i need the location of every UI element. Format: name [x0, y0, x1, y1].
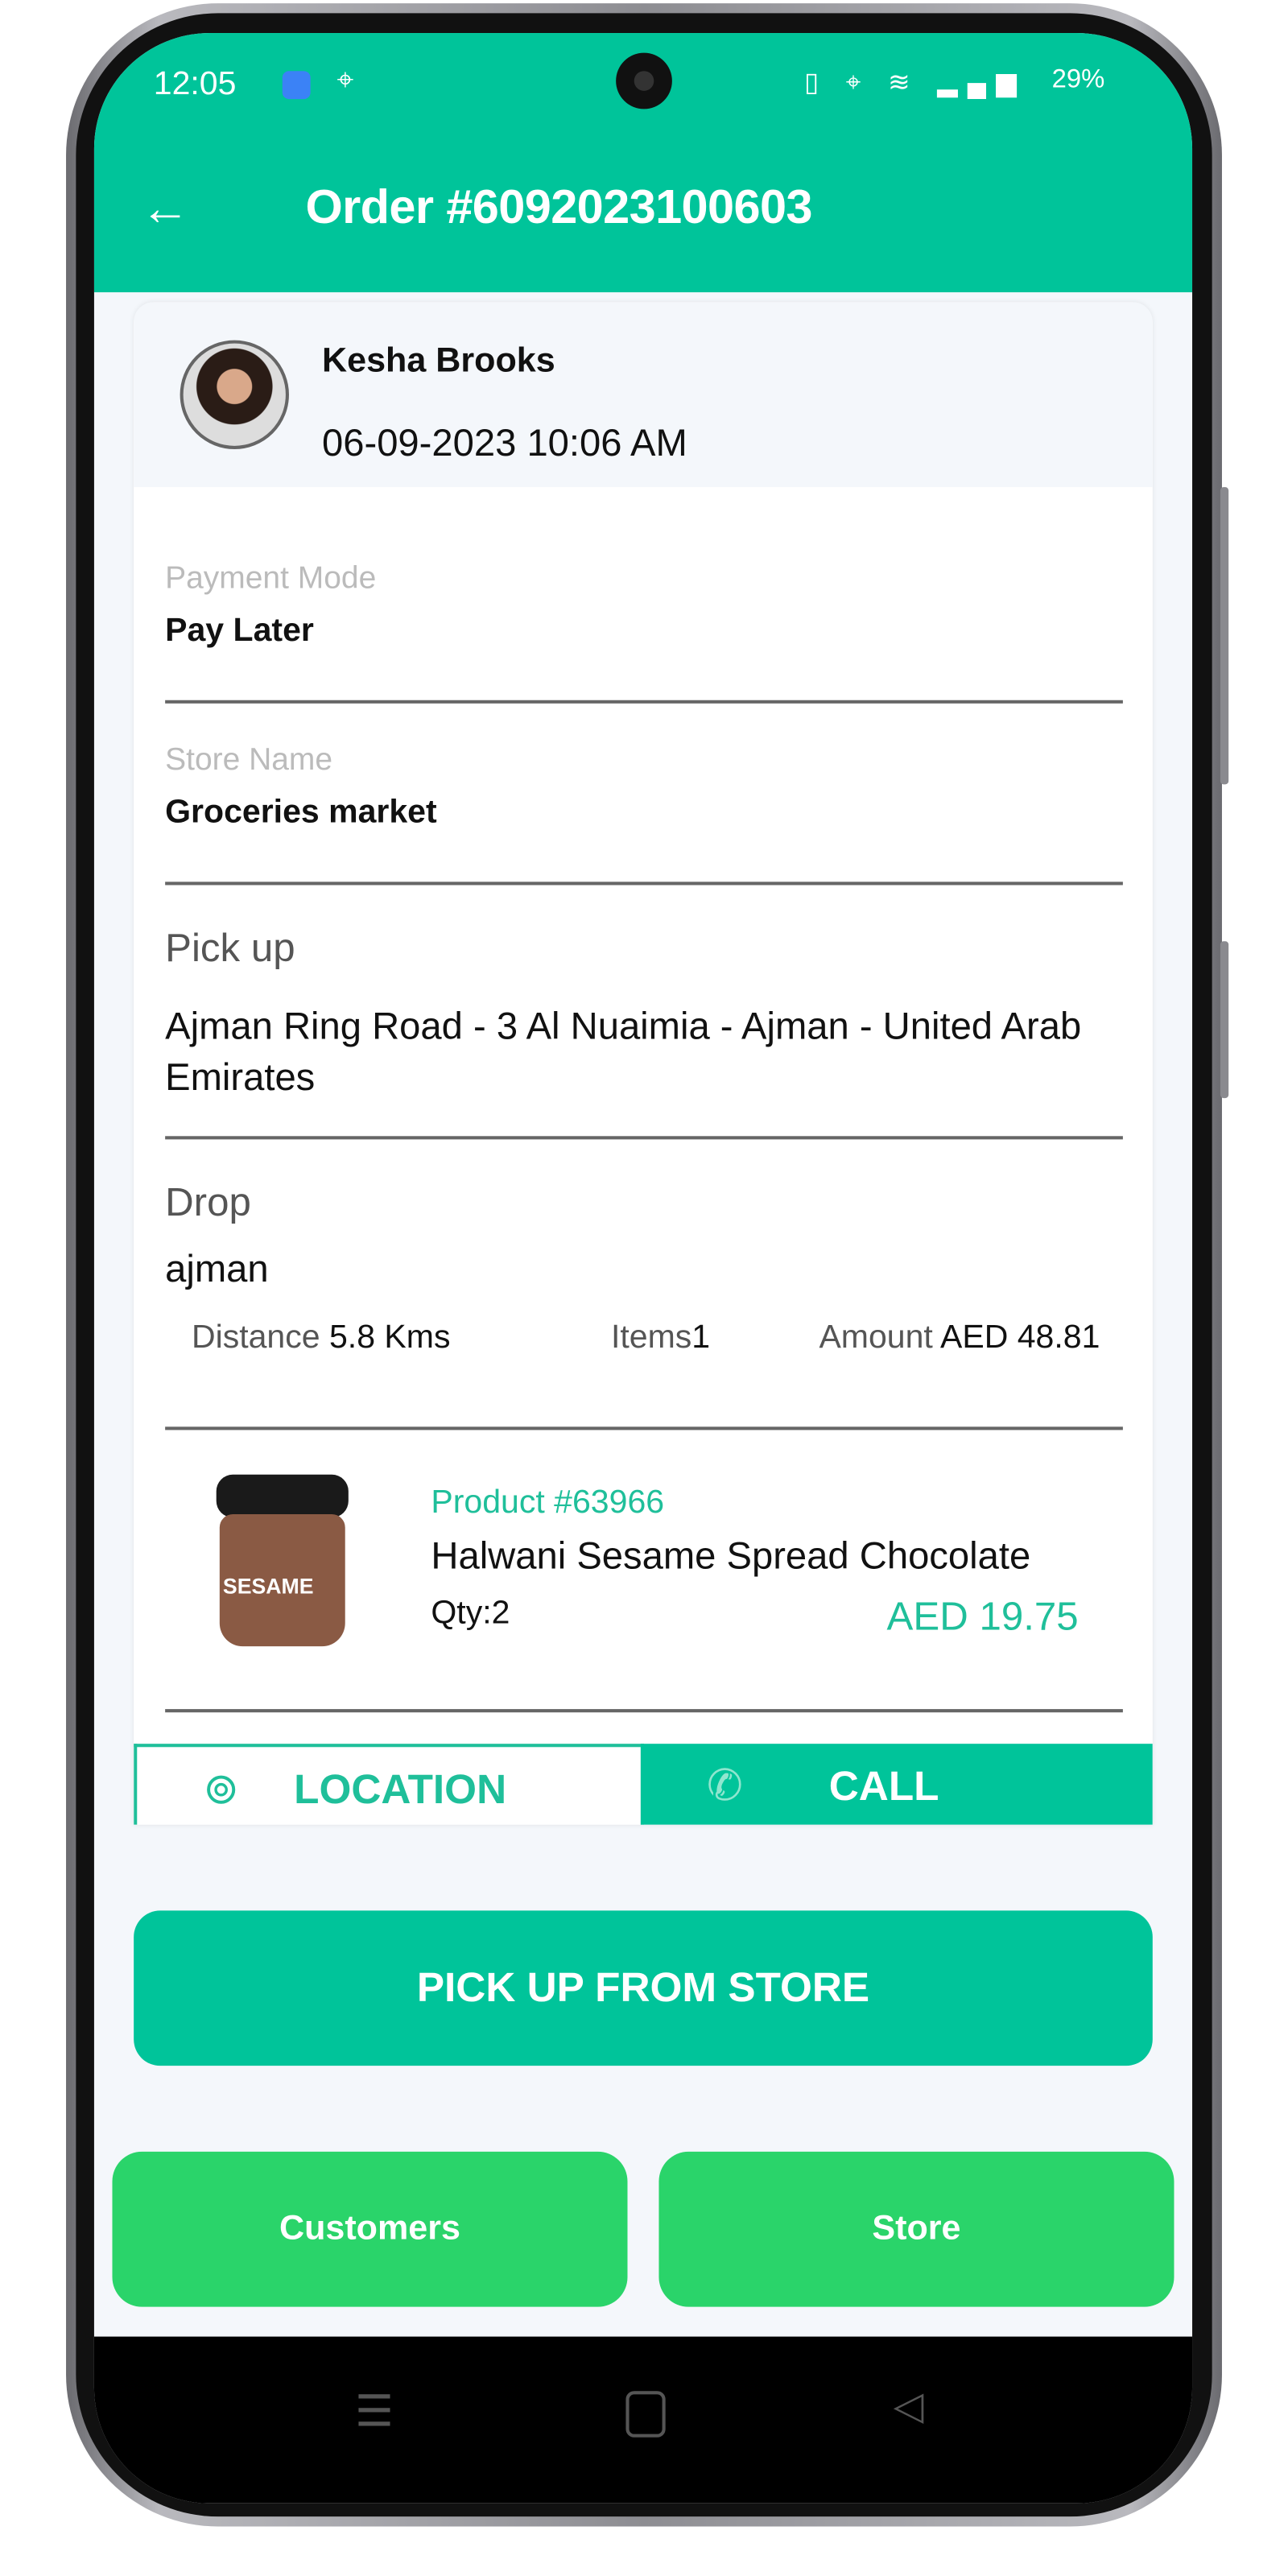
location-status-icon: ⌖	[336, 62, 354, 96]
product-name: Halwani Sesame Spread Chocolate	[431, 1534, 1031, 1577]
avatar	[180, 340, 289, 449]
app-header: 12:05 ⌖ ▯ ⌖ ≋ ▂▄▆ 29% ← Order #609202310…	[93, 33, 1193, 293]
divider	[165, 1709, 1123, 1713]
order-card: Kesha Brooks 06-09-2023 10:06 AM Payment…	[134, 302, 1153, 1825]
location-label: LOCATION	[294, 1766, 507, 1814]
items-stat: Items1	[611, 1319, 710, 1357]
pick-up-from-store-button[interactable]: PICK UP FROM STORE	[134, 1910, 1153, 2066]
front-camera	[616, 52, 672, 109]
customer-header: Kesha Brooks 06-09-2023 10:06 AM	[134, 302, 1153, 488]
order-date: 06-09-2023 10:06 AM	[322, 421, 687, 464]
power-button	[1220, 941, 1229, 1099]
amount-value: AED 48.81	[939, 1319, 1100, 1356]
status-time: 12:05	[153, 66, 237, 103]
product-image: SESAME	[210, 1474, 356, 1647]
store-button[interactable]: Store	[658, 2151, 1174, 2307]
pickup-label: Pick up	[165, 926, 295, 972]
call-label: CALL	[828, 1763, 939, 1810]
payment-mode-label: Payment Mode	[165, 561, 377, 597]
divider	[165, 1136, 1123, 1140]
call-button[interactable]: ✆ CALL	[640, 1744, 1153, 1825]
distance-stat: Distance 5.8 Kms	[192, 1319, 451, 1357]
page-title: Order #6092023100603	[305, 181, 812, 235]
items-label: Items	[610, 1319, 692, 1356]
distance-value: 5.8 Kms	[328, 1319, 451, 1356]
recents-icon[interactable]: ☰	[355, 2386, 394, 2438]
battery-level: 29%	[1051, 66, 1105, 94]
customers-button[interactable]: Customers	[112, 2151, 628, 2307]
items-value: 1	[691, 1319, 711, 1356]
screen: 12:05 ⌖ ▯ ⌖ ≋ ▂▄▆ 29% ← Order #609202310…	[93, 33, 1193, 2504]
status-icons: ▯ ⌖ ≋ ▂▄▆	[803, 69, 1026, 98]
product-qty: Qty:2	[431, 1595, 510, 1632]
home-icon[interactable]	[625, 2391, 666, 2438]
product-price: AED 19.75	[886, 1595, 1079, 1640]
product-id: Product #63966	[431, 1484, 665, 1521]
store-name-value: Groceries market	[165, 794, 437, 831]
location-button[interactable]: ⊚ LOCATION	[134, 1744, 645, 1825]
divider	[165, 881, 1123, 886]
back-nav-icon[interactable]: ◁	[894, 2383, 924, 2430]
store-name-label: Store Name	[165, 743, 333, 778]
distance-label: Distance	[191, 1319, 320, 1356]
pickup-address: Ajman Ring Road - 3 Al Nuaimia - Ajman -…	[165, 1004, 1082, 1099]
phone-icon: ✆	[706, 1760, 743, 1810]
amount-stat: Amount AED 48.81	[819, 1319, 1100, 1357]
amount-label: Amount	[819, 1319, 933, 1356]
drop-address: ajman	[165, 1246, 269, 1290]
arrow-left-icon[interactable]: ←	[140, 182, 190, 238]
divider	[165, 700, 1123, 704]
drop-label: Drop	[165, 1180, 251, 1226]
customer-name: Kesha Brooks	[322, 341, 555, 380]
jar-label: SESAME	[222, 1573, 314, 1599]
system-nav-bar: ☰ ◁	[93, 2336, 1193, 2504]
payment-mode-value: Pay Later	[165, 613, 314, 650]
divider	[165, 1426, 1123, 1430]
map-pin-icon: ⊚	[203, 1763, 240, 1814]
app-notification-icon	[282, 71, 311, 100]
volume-button	[1220, 487, 1229, 785]
